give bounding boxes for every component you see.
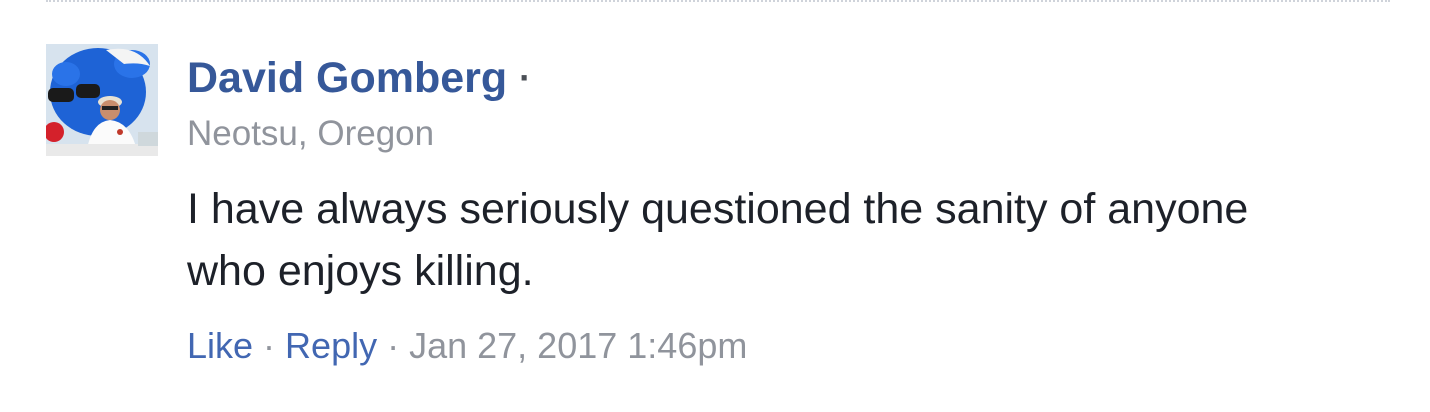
comment-body: David Gomberg · Neotsu, Oregon I have al…: [187, 48, 1387, 370]
comment-page: David Gomberg · Neotsu, Oregon I have al…: [0, 0, 1430, 412]
reply-button[interactable]: Reply: [285, 325, 377, 366]
comment-timestamp[interactable]: Jan 27, 2017 1:46pm: [409, 325, 747, 366]
author-line: David Gomberg ·: [187, 48, 1387, 108]
author-separator: ·: [519, 57, 532, 98]
author-location: Neotsu, Oregon: [187, 114, 435, 153]
action-separator: ·: [387, 325, 400, 366]
author-avatar[interactable]: [46, 44, 158, 156]
top-divider: [46, 0, 1390, 2]
comment-actions: Like · Reply · Jan 27, 2017 1:46pm: [187, 322, 1387, 370]
action-separator: ·: [263, 325, 276, 366]
like-button[interactable]: Like: [187, 325, 253, 366]
comment-text: I have always seriously questioned the s…: [187, 185, 1249, 295]
author-name-link[interactable]: David Gomberg: [187, 54, 507, 103]
avatar-photo-icon: [46, 44, 158, 156]
